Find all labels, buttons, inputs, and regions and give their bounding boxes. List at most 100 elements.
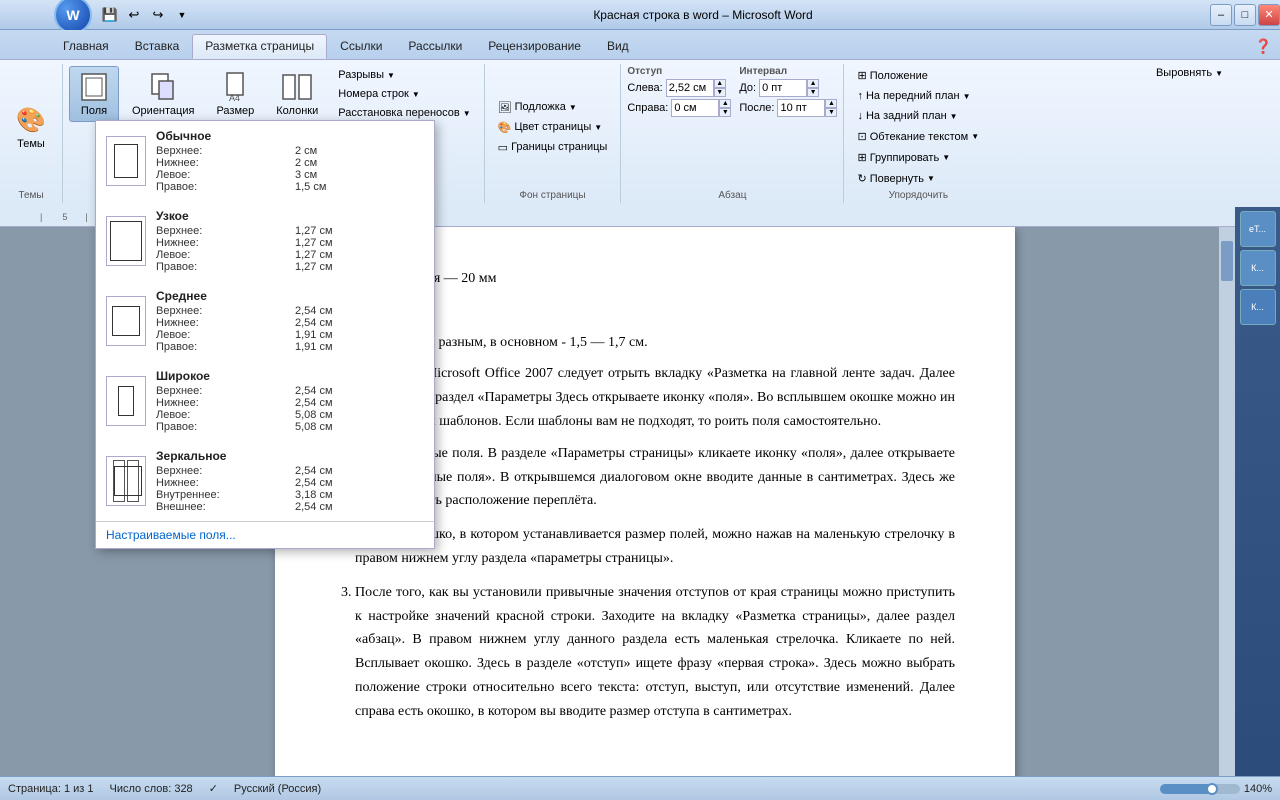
wide-preview	[106, 376, 146, 426]
moderate-bottom-label: Нижнее:	[156, 317, 285, 329]
moderate-top-val: 2,54 см	[295, 305, 424, 317]
before-down[interactable]: ▼	[807, 88, 819, 97]
tab-page-layout[interactable]: Разметка страницы	[192, 34, 327, 59]
close-button[interactable]: ✕	[1258, 4, 1280, 26]
orientation-button[interactable]: Ориентация	[123, 66, 203, 122]
columns-button[interactable]: Колонки	[267, 66, 327, 122]
qat-more-button[interactable]: ▼	[172, 5, 192, 25]
indent-left-spinner[interactable]: ▲ ▼	[666, 79, 726, 97]
custom-fields-link[interactable]: Настраиваемые поля...	[106, 528, 236, 542]
tab-references[interactable]: Ссылки	[327, 34, 395, 59]
menu-item-normal[interactable]: Обычное Верхнее: 2 см Нижнее: 2 см Левое…	[96, 121, 434, 201]
themes-button[interactable]: 🎨 Темы	[6, 99, 56, 155]
watermark-button[interactable]: 🖼 Подложка ▼	[491, 98, 615, 117]
moderate-details: Верхнее: 2,54 см Нижнее: 2,54 см Левое: …	[156, 305, 424, 353]
back-button[interactable]: ↓ На задний план ▼	[850, 107, 964, 125]
align-dropdown-arrow: ▼	[1215, 69, 1223, 78]
page-color-button[interactable]: 🎨 Цвет страницы ▼	[491, 118, 615, 137]
stack-background: 🖼 Подложка ▼ 🎨 Цвет страницы ▼ ▭ Границы…	[491, 98, 615, 157]
rotate-icon: ↻	[857, 172, 866, 185]
indent-left-up[interactable]: ▲	[714, 79, 726, 88]
after-down[interactable]: ▼	[825, 108, 837, 117]
after-input[interactable]	[777, 99, 825, 117]
menu-item-narrow[interactable]: Узкое Верхнее: 1,27 см Нижнее: 1,27 см Л…	[96, 201, 434, 281]
zoom-thumb[interactable]	[1206, 783, 1218, 795]
wrap-button[interactable]: ⊡ Обтекание текстом ▼	[850, 127, 986, 146]
right-panel: eT... К... К... RU 16:01 01.12.2013	[1235, 207, 1280, 800]
group-themes: 🎨 Темы Темы	[0, 64, 63, 203]
minimize-button[interactable]: –	[1210, 4, 1232, 26]
tab-review[interactable]: Рецензирование	[475, 34, 594, 59]
orientation-icon	[147, 71, 179, 103]
wide-left-val: 5,08 см	[295, 409, 424, 421]
help-button[interactable]: ❓	[1247, 34, 1280, 59]
wide-left-label: Левое:	[156, 409, 285, 421]
menu-item-mirrored[interactable]: Зеркальное Верхнее: 2,54 см Нижнее: 2,54…	[96, 441, 434, 521]
language-indicator[interactable]: Русский (Россия)	[234, 783, 321, 795]
page-borders-icon: ▭	[498, 141, 508, 154]
indent-right-input[interactable]	[671, 99, 719, 117]
group-objects-icon: ⊞	[857, 151, 866, 164]
tab-mailings[interactable]: Рассылки	[395, 34, 475, 59]
size-button[interactable]: A4 Размер	[207, 66, 263, 122]
moderate-right-label: Правое:	[156, 341, 285, 353]
ribbon-tabs: Главная Вставка Разметка страницы Ссылки…	[0, 30, 1280, 59]
before-input[interactable]	[759, 79, 807, 97]
scroll-track[interactable]	[1219, 221, 1235, 800]
taskbar-item-k1[interactable]: К...	[1240, 250, 1276, 286]
normal-title: Обычное	[156, 129, 424, 143]
breaks-button[interactable]: Разрывы ▼	[331, 66, 477, 84]
group-background: 🖼 Подложка ▼ 🎨 Цвет страницы ▼ ▭ Границы…	[485, 64, 622, 203]
indent-right-spinner[interactable]: ▲ ▼	[671, 99, 731, 117]
page-color-dropdown-arrow: ▼	[594, 123, 602, 132]
wide-top-label: Верхнее:	[156, 385, 285, 397]
tab-view[interactable]: Вид	[594, 34, 642, 59]
hyphenation-dropdown-arrow: ▼	[463, 109, 471, 118]
moderate-bottom-val: 2,54 см	[295, 317, 424, 329]
themes-icon: 🎨	[15, 104, 47, 136]
line-numbers-button[interactable]: Номера строк ▼	[331, 85, 477, 103]
wide-bottom-label: Нижнее:	[156, 397, 285, 409]
after-up[interactable]: ▲	[825, 99, 837, 108]
undo-qat-button[interactable]: ↩	[124, 5, 144, 25]
wrap-icon: ⊡	[857, 130, 866, 143]
mirrored-top-label: Верхнее:	[156, 465, 285, 477]
group-objects-button[interactable]: ⊞ Группировать ▼	[850, 148, 957, 167]
page-borders-button[interactable]: ▭ Границы страницы	[491, 138, 615, 157]
save-qat-button[interactable]: 💾	[100, 5, 120, 25]
scroll-thumb[interactable]	[1221, 241, 1233, 281]
before-spinner[interactable]: ▲ ▼	[759, 79, 819, 97]
fields-button[interactable]: Поля	[69, 66, 119, 122]
mirrored-inner-label: Внутреннее:	[156, 489, 285, 501]
group-arrange: ⊞ Положение ↑ На передний план ▼ ↓ На за…	[844, 64, 992, 203]
tab-home[interactable]: Главная	[50, 34, 122, 59]
before-up[interactable]: ▲	[807, 79, 819, 88]
taskbar-item-et[interactable]: eT...	[1240, 211, 1276, 247]
office-button[interactable]: W	[54, 0, 92, 34]
fields-dropdown-menu: Обычное Верхнее: 2 см Нижнее: 2 см Левое…	[95, 120, 435, 549]
zoom-slider[interactable]	[1160, 784, 1240, 794]
position-button[interactable]: ⊞ Положение	[850, 66, 934, 85]
vertical-scrollbar[interactable]: ▲ ▼	[1219, 207, 1235, 800]
maximize-button[interactable]: □	[1234, 4, 1256, 26]
taskbar-item-k2[interactable]: К...	[1240, 289, 1276, 325]
redo-qat-button[interactable]: ↪	[148, 5, 168, 25]
wide-top-val: 2,54 см	[295, 385, 424, 397]
normal-right-label: Правое:	[156, 181, 285, 193]
after-spinner[interactable]: ▲ ▼	[777, 99, 837, 117]
tab-insert[interactable]: Вставка	[122, 34, 193, 59]
indent-left-input[interactable]	[666, 79, 714, 97]
indent-right-down[interactable]: ▼	[719, 108, 731, 117]
back-dropdown-arrow: ▼	[950, 112, 958, 121]
fields-icon	[78, 71, 110, 103]
menu-item-moderate[interactable]: Среднее Верхнее: 2,54 см Нижнее: 2,54 см…	[96, 281, 434, 361]
front-button[interactable]: ↑ На передний план ▼	[850, 87, 977, 105]
indent-right-up[interactable]: ▲	[719, 99, 731, 108]
menu-item-wide[interactable]: Широкое Верхнее: 2,54 см Нижнее: 2,54 см…	[96, 361, 434, 441]
indent-left-down[interactable]: ▼	[714, 88, 726, 97]
moderate-left-val: 1,91 см	[295, 329, 424, 341]
normal-bottom-label: Нижнее:	[156, 157, 285, 169]
align-button[interactable]: Выровнять ▼	[1149, 64, 1230, 82]
wide-details: Верхнее: 2,54 см Нижнее: 2,54 см Левое: …	[156, 385, 424, 433]
rotate-button[interactable]: ↻ Повернуть ▼	[850, 169, 941, 188]
